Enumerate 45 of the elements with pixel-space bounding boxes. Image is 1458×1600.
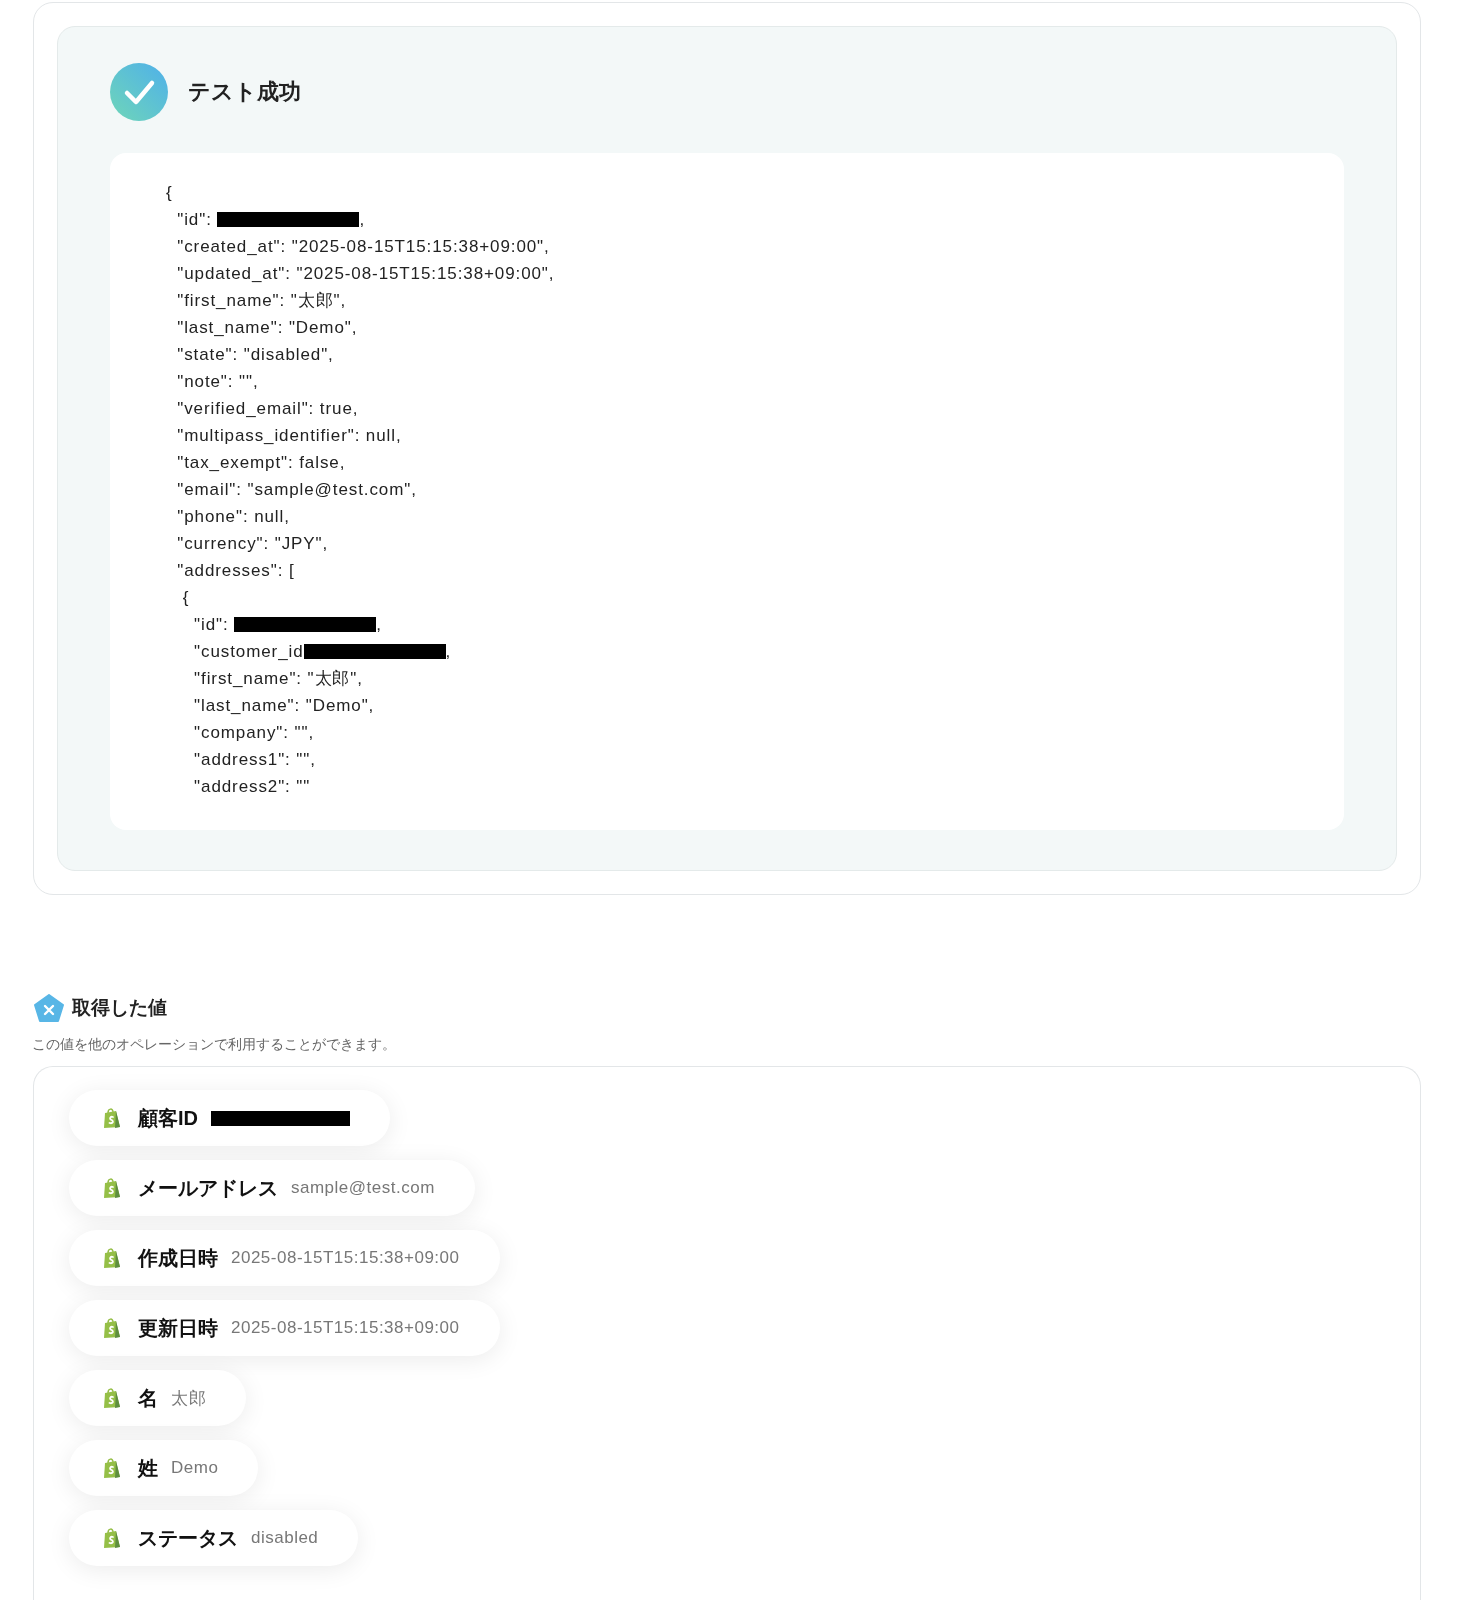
- code-punctuation: ,: [445, 641, 452, 662]
- section-title: 取得した値: [72, 996, 167, 1020]
- code-punctuation: ,: [359, 209, 366, 230]
- value-chip[interactable]: ステータス disabled: [69, 1510, 359, 1566]
- code-line: "multipass_identifier": null,: [176, 425, 402, 446]
- result-title: テスト成功: [188, 78, 301, 106]
- code-line: "id":: [176, 209, 213, 230]
- code-line: "last_name": "Demo",: [193, 695, 375, 716]
- shopping-bag-icon: [102, 1387, 122, 1409]
- code-line: "updated_at": "2025-08-15T15:15:38+09:00",: [176, 263, 555, 284]
- shopping-bag-icon: [102, 1527, 122, 1549]
- shopping-bag-icon: [102, 1317, 122, 1339]
- code-line: "note": "",: [176, 371, 259, 392]
- code-line: "customer_id: [193, 641, 304, 662]
- code-line: "email": "sample@test.com",: [176, 479, 417, 500]
- code-line: "currency": "JPY",: [176, 533, 329, 554]
- value-chip[interactable]: 名 太郎: [69, 1370, 246, 1426]
- shopping-bag-icon: [102, 1457, 122, 1479]
- shopping-bag-icon: [102, 1107, 122, 1129]
- pentagon-icon: [34, 994, 64, 1022]
- section-description: この値を他のオペレーションで利用することができます。: [32, 1036, 397, 1054]
- code-line: "first_name": "太郎",: [193, 668, 363, 690]
- code-line: "last_name": "Demo",: [176, 317, 358, 338]
- code-punctuation: ,: [376, 614, 382, 635]
- code-line: "phone": null,: [176, 506, 290, 527]
- code-line: "id":: [193, 614, 230, 635]
- value-chip[interactable]: メールアドレス sample@test.com: [69, 1160, 475, 1216]
- code-line: "company": "",: [193, 722, 314, 743]
- code-line: "created_at": "2025-08-15T15:15:38+09:00",: [176, 236, 550, 257]
- shopping-bag-icon: [102, 1177, 122, 1199]
- code-line: "first_name": "太郎",: [176, 290, 347, 312]
- code-line: "verified_email": true,: [176, 398, 359, 419]
- code-line: {: [181, 587, 190, 608]
- code-line: "state": "disabled",: [176, 344, 334, 365]
- code-line: {: [166, 182, 173, 203]
- code-line: "tax_exempt": false,: [176, 452, 346, 473]
- value-chip[interactable]: 顧客ID: [69, 1090, 390, 1146]
- value-chip[interactable]: 作成日時 2025-08-15T15:15:38+09:00: [69, 1230, 500, 1286]
- check-icon: [110, 63, 168, 121]
- shopping-bag-icon: [102, 1247, 122, 1269]
- value-chip[interactable]: 姓 Demo: [69, 1440, 259, 1496]
- code-line: "address2": "": [193, 776, 311, 797]
- code-line: "address1": "",: [193, 749, 316, 770]
- value-chip[interactable]: 更新日時 2025-08-15T15:15:38+09:00: [69, 1300, 500, 1356]
- code-line: "addresses": [: [176, 560, 295, 581]
